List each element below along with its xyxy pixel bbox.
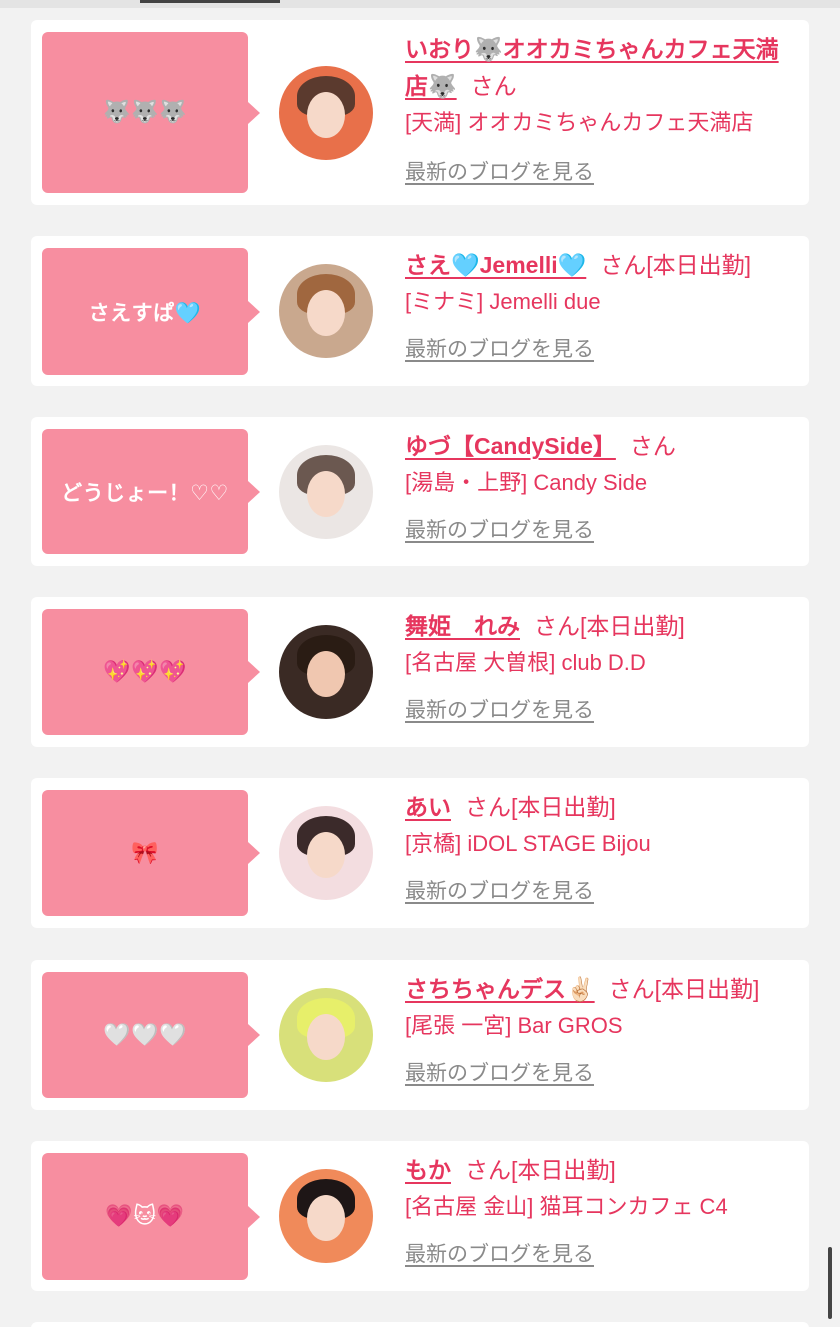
honorific: さん [608,976,655,1002]
avatar-face [307,92,345,138]
comment-bubble: 💖💖💖 [42,609,260,735]
blog-list-page: 🐺🐺🐺 いおり🐺オオカミちゃんカフェ天満店🐺 さん [天満] オオカミちゃんカフェ… [0,0,840,1327]
vertical-scrollbar[interactable] [828,1247,832,1319]
comment-bubble: どうじょー！♡♡ [42,429,260,554]
honorific: さん [465,1157,511,1183]
shift-status: [本日出勤] [580,613,685,639]
comment-text: 🐺🐺🐺 [103,100,187,125]
list-item: どうじょー！♡♡ ゆづ【CandySide】 さん [湯島・上野] Candy S… [31,417,809,566]
avatar-face [307,1014,345,1060]
name-line: あい さん[本日出勤] [405,789,799,826]
avatar[interactable] [279,445,373,539]
comment-text: 💗🐱💗 [105,1204,185,1229]
latest-blog-link[interactable]: 最新のブログを見る [405,875,594,905]
shop-name: [湯島・上野] Candy Side [405,470,648,495]
honorific: さん [600,252,647,278]
name-line: さちちゃんデス✌🏻 さん[本日出勤] [405,971,799,1008]
comment-text: どうじょー！♡♡ [61,480,229,505]
cast-name-link[interactable]: さちちゃんデス✌🏻 [405,976,595,1002]
avatar[interactable] [279,625,373,719]
name-line: さえ🩵Jemelli🩵 さん[本日出勤] [405,247,799,284]
entry-info: いおり🐺オオカミちゃんカフェ天満店🐺 さん [天満] オオカミちゃんカフェ天満店 … [405,31,799,186]
list-item: 💗🐱💗 もか さん[本日出勤] [名古屋 金山] 猫耳コンカフェ C4 最新のブロ… [31,1141,809,1291]
comment-bubble: さえすぱ🩵 [42,248,260,375]
latest-blog-link[interactable]: 最新のブログを見る [405,1238,594,1268]
cast-name-link[interactable]: さえ🩵Jemelli🩵 [405,252,586,278]
cast-name-link[interactable]: あい [405,794,451,820]
avatar[interactable] [279,988,373,1082]
latest-blog-link[interactable]: 最新のブログを見る [405,333,594,363]
list-item: 🎀 あい さん[本日出勤] [京橋] iDOL STAGE Bijou 最新のブロ… [31,778,809,928]
shop-name: [尾張 一宮] Bar GROS [405,1013,623,1038]
shop-name: [京橋] iDOL STAGE Bijou [405,831,651,856]
avatar-face [307,290,345,336]
shop-name: [天満] オオカミちゃんカフェ天満店 [405,110,754,135]
entry-info: もか さん[本日出勤] [名古屋 金山] 猫耳コンカフェ C4 最新のブログを見る [405,1152,799,1268]
comment-bubble: 💗🐱💗 [42,1153,260,1280]
name-line: ゆづ【CandySide】 さん [405,428,799,465]
honorific: さん [470,73,517,99]
shift-status: [本日出勤] [511,1157,616,1183]
comment-text: 🎀 [131,840,159,866]
shop-name: [名古屋 大曽根] club D.D [405,650,646,675]
list-item: 🐺🐺🐺 いおり🐺オオカミちゃんカフェ天満店🐺 さん [天満] オオカミちゃんカフェ… [31,20,809,205]
latest-blog-link[interactable]: 最新のブログを見る [405,514,594,544]
name-line: 舞姫 れみ さん[本日出勤] [405,608,799,645]
avatar-face [307,651,345,697]
active-tab-indicator [140,0,280,3]
entry-info: ゆづ【CandySide】 さん [湯島・上野] Candy Side 最新のブロ… [405,428,799,544]
avatar-face [307,832,345,878]
name-line: いおり🐺オオカミちゃんカフェ天満店🐺 さん [405,31,799,105]
shift-status: [本日出勤] [646,252,752,278]
comment-bubble: 🤍🤍🤍 [42,972,260,1098]
latest-blog-link[interactable]: 最新のブログを見る [405,694,594,724]
list-item: さえすぱ🩵 さえ🩵Jemelli🩵 さん[本日出勤] [ミナミ] Jemelli … [31,236,809,386]
shop-name: [名古屋 金山] 猫耳コンカフェ C4 [405,1194,728,1219]
honorific: さん [534,613,580,639]
comment-text: 🤍🤍🤍 [103,1022,187,1048]
entry-info: さえ🩵Jemelli🩵 さん[本日出勤] [ミナミ] Jemelli due 最新… [405,247,799,363]
comment-text: 💖💖💖 [103,659,187,685]
tab-strip [0,0,840,8]
avatar[interactable] [279,806,373,900]
shift-status: [本日出勤] [654,976,760,1002]
comment-bubble: 🐺🐺🐺 [42,32,260,193]
entry-info: 舞姫 れみ さん[本日出勤] [名古屋 大曽根] club D.D 最新のブログを… [405,608,799,724]
avatar-face [307,1195,345,1241]
avatar[interactable] [279,264,373,358]
cast-name-link[interactable]: もか [405,1157,451,1183]
list-item: 💖💖💖 舞姫 れみ さん[本日出勤] [名古屋 大曽根] club D.D 最新の… [31,597,809,747]
latest-blog-link[interactable]: 最新のブログを見る [405,156,594,186]
avatar[interactable] [279,66,373,160]
cast-name-link[interactable]: 舞姫 れみ [405,613,520,639]
name-line: もか さん[本日出勤] [405,1152,799,1189]
entry-info: さちちゃんデス✌🏻 さん[本日出勤] [尾張 一宮] Bar GROS 最新のブロ… [405,971,799,1087]
latest-blog-link[interactable]: 最新のブログを見る [405,1057,594,1087]
shop-name: [ミナミ] Jemelli due [405,289,601,314]
entry-info: あい さん[本日出勤] [京橋] iDOL STAGE Bijou 最新のブログを… [405,789,799,905]
shift-status: [本日出勤] [511,794,616,820]
comment-text: さえすぱ🩵 [88,300,202,325]
honorific: さん [465,794,511,820]
cast-name-link[interactable]: いおり🐺オオカミちゃんカフェ天満店🐺 [405,36,779,99]
list-item: 🤍🤍🤍 さちちゃんデス✌🏻 さん[本日出勤] [尾張 一宮] Bar GROS 最… [31,960,809,1110]
avatar[interactable] [279,1169,373,1263]
avatar-face [307,471,345,517]
cast-name-link[interactable]: ゆづ【CandySide】 [405,433,616,459]
honorific: さん [629,433,676,459]
list-item-partial [31,1322,809,1327]
comment-bubble: 🎀 [42,790,260,916]
